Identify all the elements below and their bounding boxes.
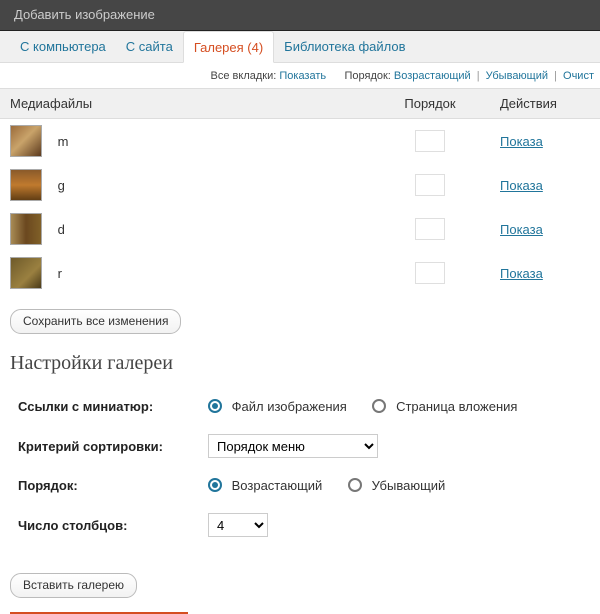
show-link[interactable]: Показа	[500, 178, 543, 193]
toolbar: Все вкладки: Показать Порядок: Возрастаю…	[0, 63, 600, 88]
toolbar-clear-link[interactable]: Очист	[563, 70, 594, 82]
table-row: m Показа	[0, 119, 600, 164]
link-label: Ссылки с миниатюр:	[10, 389, 200, 424]
order-asc-text: Возрастающий	[232, 478, 323, 493]
link-file-text: Файл изображения	[232, 399, 347, 414]
link-file-option[interactable]: Файл изображения	[208, 399, 350, 414]
order-label: Порядок:	[10, 468, 200, 503]
tab-gallery[interactable]: Галерея (4)	[183, 31, 274, 63]
cols-label: Число столбцов:	[10, 503, 200, 547]
file-name: m	[58, 134, 69, 149]
insert-gallery-button[interactable]: Вставить галерею	[10, 573, 137, 598]
separator: |	[474, 70, 483, 82]
order-input[interactable]	[415, 174, 445, 196]
file-name: d	[58, 222, 65, 237]
media-table: Медиафайлы Порядок Действия m Показа g П…	[0, 88, 600, 295]
link-file-radio[interactable]	[208, 399, 222, 413]
tabs-bar: С компьютера С сайта Галерея (4) Библиот…	[0, 31, 600, 63]
show-link[interactable]: Показа	[500, 222, 543, 237]
link-page-radio[interactable]	[372, 399, 386, 413]
save-all-button[interactable]: Сохранить все изменения	[10, 309, 181, 334]
tab-media-library[interactable]: Библиотека файлов	[274, 31, 415, 62]
toolbar-all-tabs-label: Все вкладки:	[211, 70, 277, 82]
separator: |	[551, 70, 560, 82]
file-name: g	[58, 178, 65, 193]
order-desc-option[interactable]: Убывающий	[348, 478, 445, 493]
tab-from-url[interactable]: С сайта	[116, 31, 183, 62]
toolbar-desc-link[interactable]: Убывающий	[486, 70, 548, 82]
toolbar-show-link[interactable]: Показать	[279, 70, 326, 82]
order-input[interactable]	[415, 130, 445, 152]
settings-heading: Настройки галереи	[10, 352, 590, 375]
table-row: r Показа	[0, 251, 600, 295]
modal-title: Добавить изображение	[14, 7, 155, 22]
order-desc-text: Убывающий	[372, 478, 446, 493]
toolbar-order-label: Порядок:	[344, 70, 390, 82]
thumbnail-icon	[10, 257, 42, 289]
col-media: Медиафайлы	[0, 89, 370, 119]
table-row: g Показа	[0, 163, 600, 207]
order-input[interactable]	[415, 262, 445, 284]
tab-from-computer[interactable]: С компьютера	[10, 31, 116, 62]
order-asc-radio[interactable]	[208, 478, 222, 492]
sort-label: Критерий сортировки:	[10, 424, 200, 468]
link-page-text: Страница вложения	[396, 399, 517, 414]
thumbnail-icon	[10, 169, 42, 201]
order-desc-radio[interactable]	[348, 478, 362, 492]
table-row: d Показа	[0, 207, 600, 251]
order-input[interactable]	[415, 218, 445, 240]
show-link[interactable]: Показа	[500, 134, 543, 149]
col-actions: Действия	[490, 89, 600, 119]
link-page-option[interactable]: Страница вложения	[372, 399, 517, 414]
cols-select[interactable]: 4	[208, 513, 268, 537]
show-link[interactable]: Показа	[500, 266, 543, 281]
thumbnail-icon	[10, 125, 42, 157]
toolbar-asc-link[interactable]: Возрастающий	[394, 70, 471, 82]
file-name: r	[58, 266, 62, 281]
sort-select[interactable]: Порядок меню	[208, 434, 378, 458]
save-row: Сохранить все изменения	[0, 295, 600, 342]
modal-header: Добавить изображение	[0, 0, 600, 31]
thumbnail-icon	[10, 213, 42, 245]
insert-row: Вставить галерею	[0, 565, 600, 610]
settings-table: Ссылки с миниатюр: Файл изображения Стра…	[10, 389, 547, 547]
order-asc-option[interactable]: Возрастающий	[208, 478, 326, 493]
col-order: Порядок	[370, 89, 490, 119]
